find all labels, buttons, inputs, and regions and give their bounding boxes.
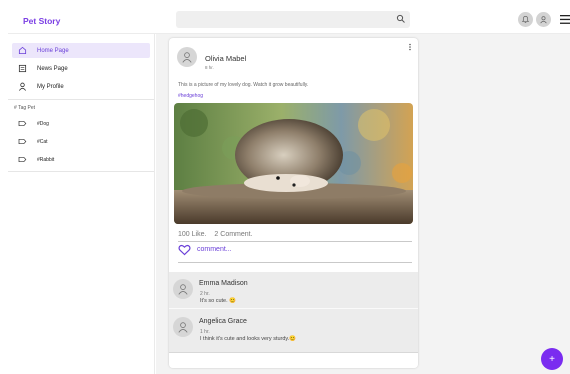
sidebar-item-news[interactable]: News Page — [12, 61, 150, 76]
comment-item: Angelica Grace 1 hr. I think it's cute a… — [169, 310, 418, 348]
user-icon — [540, 16, 547, 24]
tag-label: #Rabbit — [37, 156, 55, 163]
comment-text: I think it's cute and looks very sturdy.… — [200, 336, 297, 342]
top-bar: Pet Story — [8, 8, 570, 34]
sidebar-item-home[interactable]: Home Page — [12, 43, 150, 58]
post-card-footer — [169, 352, 418, 368]
sidebar-item-label: News Page — [37, 65, 68, 72]
avatar[interactable] — [177, 47, 197, 67]
tag-icon — [15, 155, 29, 165]
post-stats: 100 Like. 2 Comment. — [178, 231, 253, 238]
tag-icon — [15, 119, 29, 129]
comment-input[interactable]: comment... — [197, 246, 232, 253]
sidebar: Home Page News Page My Profile # Tag Pet… — [8, 34, 155, 374]
post-card: Olivia Mabel 8 hr. This is a picture of … — [169, 38, 418, 368]
person-icon — [15, 81, 29, 93]
heart-icon[interactable] — [178, 244, 191, 256]
add-post-button[interactable]: + — [541, 348, 563, 370]
post-text: This is a picture of my lovely dog. Watc… — [178, 82, 309, 88]
comment-item: Emma Madison 2 hr. It's so cute. 😊 — [169, 272, 418, 310]
user-icon — [178, 322, 188, 333]
sidebar-item-tag-dog[interactable]: #Dog — [12, 117, 150, 130]
post-hashtag[interactable]: #hedgehog — [178, 93, 203, 99]
main-feed: Olivia Mabel 8 hr. This is a picture of … — [156, 34, 570, 374]
post-time: 8 hr. — [205, 65, 214, 70]
user-icon — [178, 284, 188, 295]
sidebar-divider — [8, 99, 154, 100]
comment-list: Emma Madison 2 hr. It's so cute. 😊 Angel… — [169, 272, 418, 352]
search-input[interactable] — [176, 11, 410, 28]
comment-divider — [169, 308, 418, 309]
comment-input-underline — [178, 262, 412, 263]
post-author[interactable]: Olivia Mabel — [205, 54, 246, 63]
sidebar-divider — [8, 171, 154, 172]
tag-label: #Cat — [37, 138, 48, 145]
comment-author[interactable]: Angelica Grace — [199, 318, 247, 325]
avatar[interactable] — [173, 279, 193, 299]
sidebar-item-profile[interactable]: My Profile — [12, 79, 150, 94]
avatar[interactable] — [173, 317, 193, 337]
tag-label: #Dog — [37, 120, 49, 127]
profile-button[interactable] — [536, 12, 551, 27]
notification-button[interactable] — [518, 12, 533, 27]
home-icon — [15, 45, 29, 57]
comment-author[interactable]: Emma Madison — [199, 280, 248, 287]
like-count[interactable]: 100 Like. — [178, 231, 206, 238]
more-options-icon[interactable] — [407, 43, 413, 53]
tags-heading: # Tag Pet — [14, 105, 36, 111]
comment-time: 2 hr. — [200, 291, 210, 297]
user-icon — [182, 52, 192, 63]
sidebar-item-label: Home Page — [37, 47, 69, 54]
comment-count[interactable]: 2 Comment. — [214, 231, 252, 238]
sidebar-item-tag-rabbit[interactable]: #Rabbit — [12, 153, 150, 166]
app-brand[interactable]: Pet Story — [23, 16, 60, 26]
stats-divider — [178, 241, 412, 242]
tag-icon — [15, 137, 29, 147]
bell-icon — [521, 15, 530, 24]
menu-icon[interactable] — [560, 15, 570, 24]
sidebar-item-tag-cat[interactable]: #Cat — [12, 135, 150, 148]
comment-text: It's so cute. 😊 — [200, 298, 237, 304]
comment-time: 1 hr. — [200, 329, 210, 335]
post-image — [174, 103, 413, 224]
sidebar-item-label: My Profile — [37, 83, 64, 90]
newspaper-icon — [15, 63, 29, 75]
search-icon[interactable] — [396, 14, 406, 24]
